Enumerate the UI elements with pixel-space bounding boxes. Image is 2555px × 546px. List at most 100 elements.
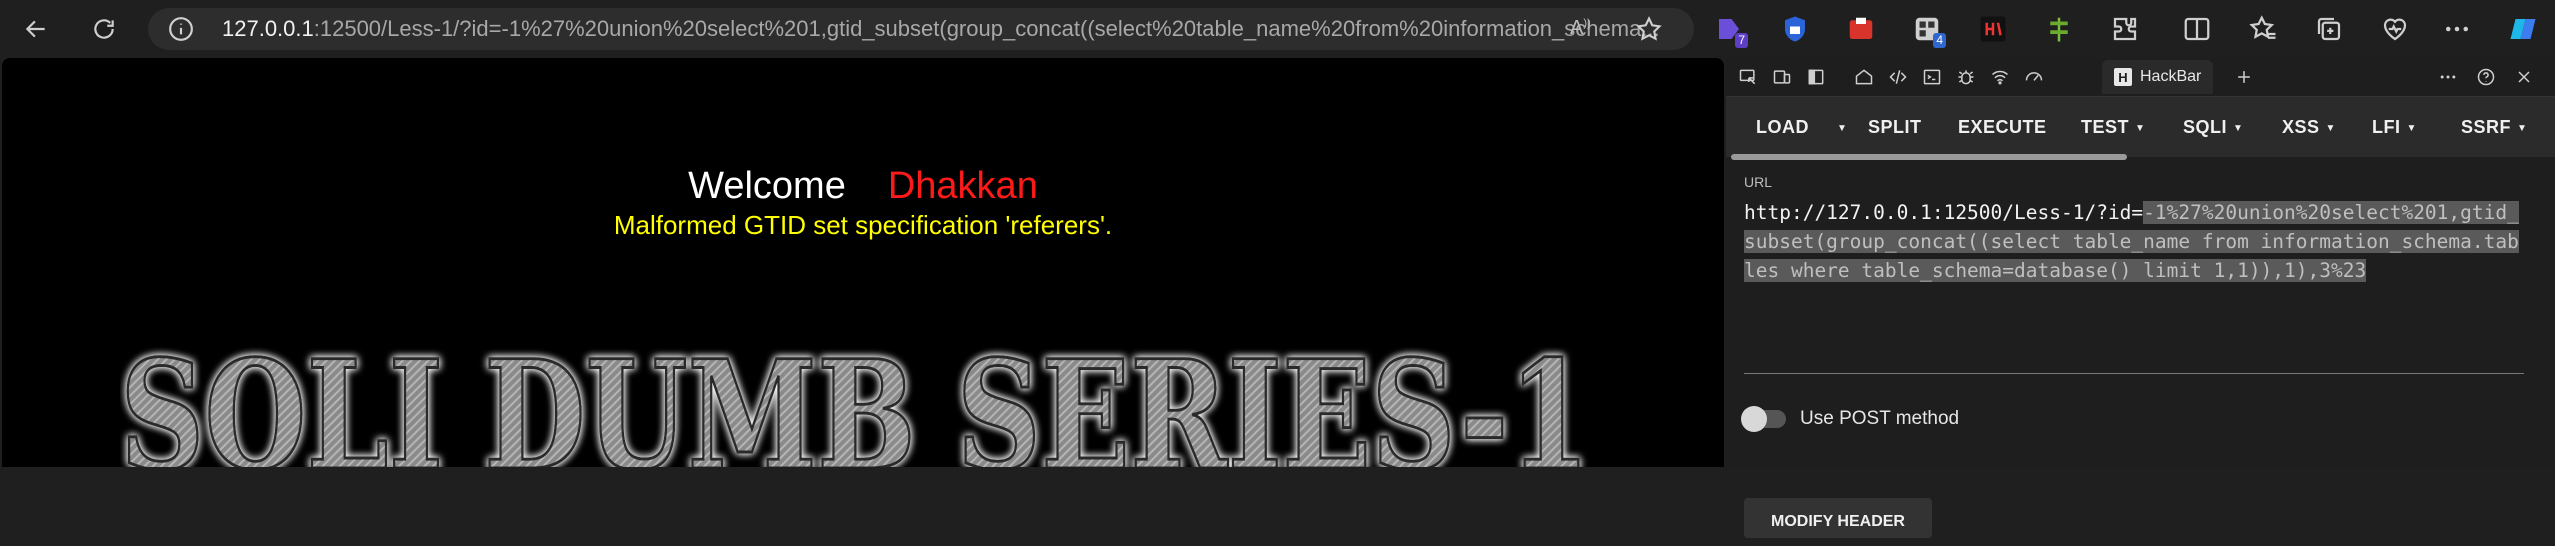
favorite-star-icon[interactable] [1635, 15, 1663, 43]
add-tab-button[interactable] [2232, 65, 2256, 89]
caret-down-icon: ▼ [2325, 123, 2336, 134]
read-aloud-icon[interactable]: A)) [1570, 17, 1598, 41]
url-path: :12500/Less-1/?id=-1%27%20union%20select… [313, 16, 1660, 41]
dock-icon [1808, 69, 1824, 85]
tab-welcome[interactable] [1852, 65, 1876, 89]
close-icon [2518, 71, 2530, 83]
more-horizontal-icon [2446, 26, 2468, 32]
lfi-menu[interactable]: LFI ▼ [2372, 97, 2417, 157]
post-method-label: Use POST method [1800, 408, 1960, 429]
banner-text: SQLI DUMB SERIES-1 [120, 328, 1590, 467]
home-icon [1855, 69, 1873, 85]
dock-side-button[interactable] [1804, 65, 1828, 89]
username-text: Dhakkan [887, 165, 1038, 207]
page-viewport: Welcome Dhakkan Malformed GTID set specif… [2, 58, 1724, 467]
extension-purple[interactable]: 7 [1712, 12, 1748, 48]
load-label: LOAD [1756, 117, 1809, 137]
test-menu[interactable]: TEST ▼ [2081, 97, 2145, 157]
inspect-element-button[interactable] [1736, 65, 1760, 89]
caret-down-icon: ▼ [2517, 123, 2528, 134]
url-label: URL [1744, 174, 1773, 190]
red-box-icon [1849, 17, 1873, 39]
tab-elements[interactable] [1886, 65, 1910, 89]
help-icon [2477, 68, 2495, 86]
post-method-toggle[interactable]: Use POST method [1741, 406, 1960, 432]
devtools-panel: H HackBar LOAD ▼ SPLIT EXECUTE TEST ▼ SQL… [1726, 58, 2555, 538]
execute-button[interactable]: EXECUTE [1958, 97, 2047, 157]
extension-shield[interactable] [1778, 12, 1812, 46]
modify-header-label: MODIFY HEADER [1771, 513, 1905, 530]
wifi-icon [1991, 70, 2009, 85]
refresh-icon [94, 19, 114, 39]
test-label: TEST [2081, 117, 2130, 137]
extension-red[interactable] [1844, 12, 1878, 46]
caret-down-icon: ▼ [2135, 123, 2146, 134]
favorites-button[interactable] [2246, 12, 2280, 46]
devtools-tab-strip: H HackBar [1726, 58, 2555, 97]
tab-network[interactable] [1988, 65, 2012, 89]
more-options-button[interactable] [2440, 12, 2474, 46]
ssrf-label: SSRF [2461, 117, 2512, 137]
hackbar-logo-icon [1980, 16, 2006, 42]
gauge-icon [2025, 72, 2043, 81]
caret-down-icon: ▼ [1837, 123, 1848, 134]
hackbar-toolbar: LOAD ▼ SPLIT EXECUTE TEST ▼ SQLI ▼ XSS ▼ LF… [1726, 97, 2555, 157]
address-url[interactable]: 127.0.0.1:12500/Less-1/?id=-1%27%20union… [222, 8, 1702, 50]
xss-menu[interactable]: XSS ▼ [2282, 97, 2336, 157]
puzzle-icon [2113, 17, 2137, 41]
tab-hackbar[interactable]: H HackBar [2102, 60, 2214, 94]
extension-tree[interactable] [2042, 12, 2076, 46]
devtools-more-button[interactable] [2436, 65, 2460, 89]
error-message: Malformed GTID set specification 'refere… [613, 210, 1113, 240]
url-textarea[interactable]: http://127.0.0.1:12500/Less-1/?id=-1%27%… [1744, 198, 2524, 285]
back-button[interactable] [18, 11, 54, 47]
post-switch[interactable] [1741, 406, 1786, 432]
refresh-button[interactable] [86, 11, 122, 47]
favorites-icon [2249, 15, 2276, 39]
back-arrow-icon [25, 20, 45, 38]
code-icon [1889, 70, 1907, 84]
info-icon[interactable] [168, 16, 194, 42]
sqli-dumb-series-banner: SQLI DUMB SERIES-1 [120, 328, 1592, 467]
device-emulation-button[interactable] [1770, 65, 1794, 89]
copilot-button[interactable] [2506, 12, 2540, 46]
tab-performance[interactable] [2022, 65, 2046, 89]
sqli-menu[interactable]: SQLI ▼ [2183, 97, 2243, 157]
device-icon [1773, 70, 1791, 84]
url-host: 127.0.0.1 [222, 16, 314, 41]
browser-essentials-button[interactable] [2378, 12, 2412, 46]
sqli-label: SQLI [2183, 117, 2228, 137]
split-screen-button[interactable] [2180, 12, 2214, 46]
tab-sources[interactable] [1954, 65, 1978, 89]
address-bar[interactable]: 127.0.0.1:12500/Less-1/?id=-1%27%20union… [148, 8, 1694, 50]
collections-button[interactable] [2312, 12, 2346, 46]
shield-icon [1785, 16, 1805, 42]
heart-pulse-icon [2383, 18, 2407, 41]
load-button[interactable]: LOAD [1756, 97, 1809, 157]
extension-badge: 4 [1933, 33, 1946, 48]
devtools-help-button[interactable] [2474, 65, 2498, 89]
modify-header-button[interactable]: MODIFY HEADER [1744, 498, 1932, 538]
extensions-button[interactable] [2108, 12, 2142, 46]
devtools-close-button[interactable] [2512, 65, 2536, 89]
more-horizontal-icon [2440, 75, 2456, 79]
extension-grid[interactable]: 4 [1910, 12, 1946, 48]
browser-toolbar: 127.0.0.1:12500/Less-1/?id=-1%27%20union… [0, 0, 2555, 58]
split-button[interactable]: SPLIT [1868, 97, 1922, 157]
url-field-underline [1744, 373, 2524, 374]
url-plain-text: http://127.0.0.1:12500/Less-1/?id= [1744, 201, 2144, 224]
split-screen-icon [2184, 17, 2210, 41]
split-label: SPLIT [1868, 117, 1922, 137]
toolbar-scrollbar[interactable] [1731, 154, 2127, 160]
ssrf-menu[interactable]: SSRF ▼ [2461, 97, 2527, 157]
extension-hackbar[interactable] [1976, 12, 2010, 46]
collections-icon [2317, 17, 2341, 41]
hackbar-tab-icon: H [2114, 68, 2132, 86]
tree-icon [2050, 17, 2068, 42]
caret-down-icon: ▼ [2233, 123, 2244, 134]
plus-icon [2238, 71, 2250, 83]
load-dropdown-button[interactable]: ▼ [1831, 97, 1847, 157]
console-icon [1923, 69, 1941, 85]
hackbar-tab-label: HackBar [2140, 68, 2202, 85]
tab-console[interactable] [1920, 65, 1944, 89]
